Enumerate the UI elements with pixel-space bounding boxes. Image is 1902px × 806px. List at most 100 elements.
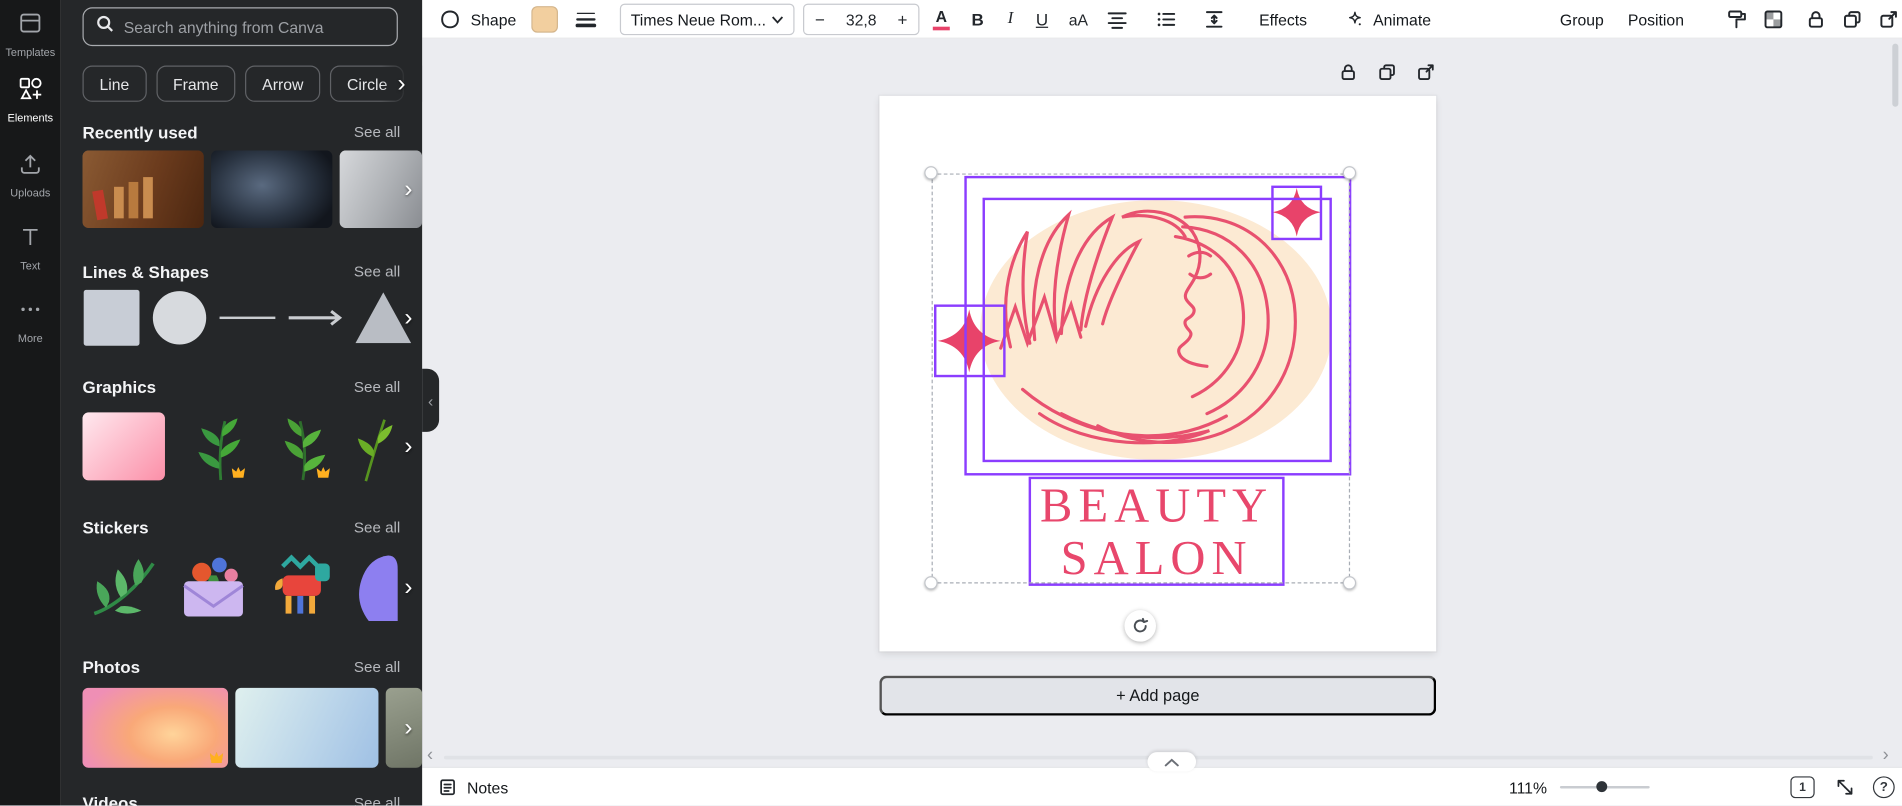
text-color-button[interactable]: A	[928, 6, 955, 33]
see-all-link[interactable]: See all	[354, 263, 400, 280]
bold-button[interactable]: B	[964, 6, 991, 33]
search-bar[interactable]	[82, 7, 398, 47]
section-photos: Photos See all	[82, 656, 400, 678]
chip-arrow[interactable]: Arrow	[245, 65, 321, 102]
shape-arrow[interactable]	[286, 289, 344, 347]
sticker-envelope-flowers[interactable]	[172, 546, 254, 628]
font-family-select[interactable]: Times Neue Rom...	[619, 3, 795, 36]
text-align-icon[interactable]	[1104, 6, 1131, 33]
chevron-right-icon[interactable]: ›	[404, 434, 412, 458]
group-selection-box[interactable]	[931, 173, 1351, 584]
font-size-decrease-button[interactable]: −	[804, 10, 836, 29]
search-icon	[96, 15, 114, 39]
spacing-icon[interactable]	[1201, 6, 1228, 33]
sidebar-item-uploads[interactable]: Uploads	[0, 150, 61, 199]
chevron-right-icon[interactable]: ›	[404, 575, 412, 599]
fullscreen-icon[interactable]	[1832, 774, 1859, 801]
graphic-leaf-branch[interactable]	[175, 410, 250, 483]
section-title: Recently used	[82, 122, 198, 142]
scroll-left-icon[interactable]: ‹	[427, 745, 433, 766]
rail-label: Uploads	[10, 186, 51, 199]
zoom-slider[interactable]	[1559, 768, 1650, 806]
shape-square[interactable]	[82, 289, 140, 347]
shapes-row: ›	[82, 287, 422, 348]
duplicate-page-icon[interactable]	[1376, 61, 1398, 83]
photo-pink-orange-gradient[interactable]	[82, 687, 229, 768]
text-case-button[interactable]: aA	[1061, 6, 1095, 33]
chevron-right-icon: ›	[397, 70, 406, 98]
canva-editor: Templates Elements Uploads Text More Sea…	[0, 0, 1902, 806]
underline-button[interactable]: U	[1029, 6, 1056, 33]
duplicate-icon[interactable]	[1839, 6, 1866, 33]
shape-circle[interactable]	[150, 289, 208, 347]
border-style-icon[interactable]	[573, 6, 600, 33]
see-all-link[interactable]: See all	[354, 659, 400, 676]
shape-line[interactable]	[218, 289, 276, 347]
chip-frame[interactable]: Frame	[155, 65, 236, 102]
graphic-leaf-plant[interactable]	[260, 410, 335, 483]
sticker-pinata[interactable]	[262, 546, 344, 628]
fill-color-button[interactable]	[531, 0, 558, 39]
chevron-right-icon[interactable]: ›	[404, 177, 412, 201]
position-button[interactable]: Position	[1628, 0, 1684, 39]
zoom-percent[interactable]: 111%	[1509, 768, 1547, 806]
design-page[interactable]: BEAUTY SALON	[879, 95, 1437, 652]
animate-button[interactable]: Animate	[1344, 0, 1431, 39]
rail-label: Templates	[5, 46, 56, 59]
see-all-link[interactable]: See all	[354, 795, 400, 806]
zoom-slider-track[interactable]	[1559, 781, 1650, 793]
graphic-leaf-partial[interactable]	[344, 410, 397, 483]
panel-collapse-button[interactable]: ‹	[422, 368, 440, 432]
sidebar-item-templates[interactable]: Templates	[0, 10, 61, 59]
see-all-link[interactable]: See all	[354, 378, 400, 395]
sticker-purple-partial[interactable]	[352, 546, 398, 628]
chip-line[interactable]: Line	[82, 65, 147, 102]
resize-handle-bottom-right[interactable]	[1342, 576, 1357, 590]
export-icon[interactable]	[1875, 6, 1902, 33]
group-button[interactable]: Group	[1560, 0, 1604, 39]
effects-button[interactable]: Effects	[1259, 0, 1307, 39]
left-rail: Templates Elements Uploads Text More	[0, 0, 61, 806]
page-indicator[interactable]: 1	[1790, 776, 1815, 799]
notes-button[interactable]: Notes	[437, 768, 508, 806]
chevron-right-icon[interactable]: ›	[404, 716, 412, 740]
help-button[interactable]: ?	[1872, 776, 1895, 799]
resize-handle-top-left[interactable]	[924, 166, 938, 180]
graphic-pink-gradient[interactable]	[82, 412, 165, 481]
sidebar-item-elements[interactable]: Elements	[0, 75, 61, 124]
notes-icon	[437, 774, 459, 801]
copy-style-roller-icon[interactable]	[1724, 6, 1751, 33]
sticker-leaf-branch[interactable]	[82, 546, 164, 628]
sidebar-item-more[interactable]: More	[0, 296, 61, 344]
list-icon[interactable]	[1152, 6, 1179, 33]
lock-icon[interactable]	[1803, 6, 1830, 33]
add-page-button[interactable]: + Add page	[879, 675, 1437, 716]
chips-scroll-right[interactable]: ›	[380, 65, 423, 102]
recent-image-wooden-blocks[interactable]	[82, 150, 204, 229]
transparency-icon[interactable]	[1760, 6, 1787, 33]
font-size-value[interactable]: 32,8	[836, 10, 887, 28]
see-all-link[interactable]: See all	[354, 124, 400, 141]
italic-button[interactable]: I	[997, 6, 1024, 33]
chevron-up-icon	[1164, 758, 1179, 766]
sidebar-item-text[interactable]: Text	[0, 223, 61, 272]
chevron-right-icon[interactable]: ›	[404, 306, 412, 330]
expand-panel-button[interactable]	[1147, 752, 1197, 772]
section-title: Videos	[82, 793, 138, 806]
context-toolbar: Shape Times Neue Rom... − 32,8 + A B I U…	[422, 0, 1902, 39]
resize-handle-top-right[interactable]	[1342, 166, 1357, 180]
scroll-right-icon[interactable]: ›	[1883, 745, 1889, 766]
font-size-increase-button[interactable]: +	[887, 10, 919, 29]
rotate-handle[interactable]	[1124, 610, 1156, 642]
zoom-slider-thumb[interactable]	[1596, 781, 1608, 793]
resize-handle-bottom-left[interactable]	[924, 576, 938, 590]
see-all-link[interactable]: See all	[354, 519, 400, 536]
move-page-icon[interactable]	[1414, 61, 1436, 83]
shape-menu-button[interactable]: Shape	[437, 0, 516, 39]
recent-image-hands[interactable]	[211, 150, 333, 229]
photo-teal-gradient[interactable]	[235, 687, 379, 768]
design-canvas[interactable]: BEAUTY SALON + Add page ‹ ›	[422, 38, 1902, 767]
search-input[interactable]	[123, 17, 385, 36]
vertical-scrollbar[interactable]	[1892, 43, 1899, 107]
lock-page-icon[interactable]	[1337, 61, 1359, 83]
